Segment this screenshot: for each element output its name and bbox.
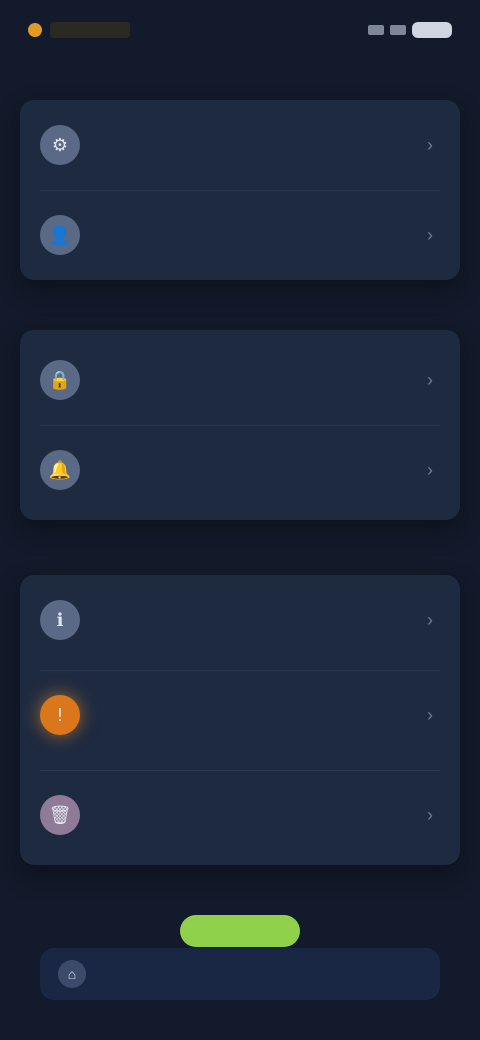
status-time <box>50 22 130 38</box>
chevron-right-icon: › <box>427 459 433 480</box>
delete-row[interactable]: 🗑 › <box>20 770 460 860</box>
bell-icon: 🔔 <box>40 450 80 490</box>
battery-icon <box>412 22 452 38</box>
danger-zone-card: ℹ › ! › 🗑 › <box>20 575 460 865</box>
settings-card-2: 🔒 › 🔔 › <box>20 330 460 520</box>
settings-icon: ⚙ <box>40 125 80 165</box>
status-left <box>28 22 130 38</box>
settings-row[interactable]: 🔔 › <box>20 425 460 515</box>
chevron-right-icon: › <box>427 134 433 155</box>
home-icon: ⌂ <box>58 960 86 988</box>
wifi-icon <box>390 25 406 35</box>
warning-row[interactable]: ! › <box>20 670 460 760</box>
info-icon: ℹ <box>40 600 80 640</box>
settings-row[interactable]: ⚙ › <box>20 100 460 190</box>
settings-row[interactable]: 👤 › <box>20 190 460 280</box>
chevron-right-icon: › <box>427 369 433 390</box>
chevron-right-icon: › <box>427 609 433 630</box>
chevron-right-icon: › <box>427 224 433 245</box>
warning-icon: ! <box>40 695 80 735</box>
trash-icon: 🗑 <box>40 795 80 835</box>
settings-card-1: ⚙ › 👤 › <box>20 100 460 280</box>
bottom-bar[interactable]: ⌂ <box>40 948 440 1000</box>
lock-icon: 🔒 <box>40 360 80 400</box>
status-bar <box>0 0 480 60</box>
settings-row[interactable]: ℹ › <box>20 575 460 665</box>
settings-row[interactable]: 🔒 › <box>20 335 460 425</box>
signal-icon <box>368 25 384 35</box>
chevron-right-icon: › <box>427 704 433 725</box>
primary-action-button[interactable] <box>180 915 300 947</box>
status-right <box>368 22 452 38</box>
app-indicator-icon <box>28 23 42 37</box>
user-icon: 👤 <box>40 215 80 255</box>
chevron-right-icon: › <box>427 804 433 825</box>
